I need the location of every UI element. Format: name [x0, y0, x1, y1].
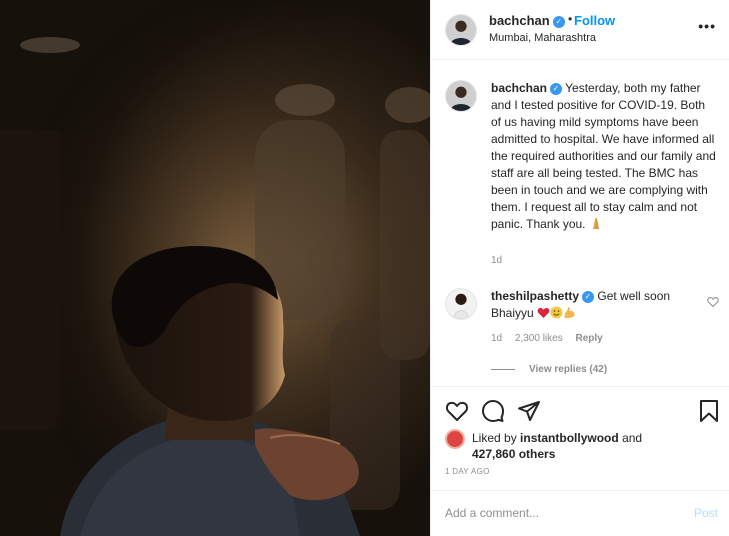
- post-actions: Liked by instantbollywood and 427,860 ot…: [431, 386, 729, 490]
- caption-body: Yesterday, both my father and I tested p…: [491, 81, 716, 231]
- heart-outline-icon[interactable]: [445, 399, 469, 423]
- bookmark-icon[interactable]: [697, 399, 721, 423]
- post-side-panel: bachchan ✓ • Follow Mumbai, Maharashtra •…: [430, 0, 729, 536]
- comment-text: theshilpashetty ✓ Get well soon Bhaiyyu: [491, 288, 691, 324]
- liker-username[interactable]: instantbollywood: [520, 431, 619, 445]
- more-options-icon[interactable]: •••: [698, 18, 716, 34]
- post-location[interactable]: Mumbai, Maharashtra: [489, 32, 596, 44]
- post-photo[interactable]: [0, 0, 430, 536]
- liked-by-text: Liked by instantbollywood and 427,860 ot…: [472, 430, 712, 462]
- view-replies-label: View replies (42): [529, 364, 608, 375]
- red-heart-icon: [537, 307, 550, 324]
- commenter-username[interactable]: theshilpashetty: [491, 289, 579, 303]
- smiling-face-icon: [550, 306, 563, 324]
- follow-button[interactable]: Follow: [574, 13, 615, 28]
- comment-box: Add a comment... Post: [431, 490, 729, 536]
- verified-badge-icon: ✓: [582, 290, 595, 303]
- comment-like-icon[interactable]: [707, 296, 719, 308]
- comment-timestamp: 1d: [491, 333, 503, 344]
- paper-plane-icon[interactable]: [517, 399, 541, 423]
- liker-avatar[interactable]: [445, 429, 465, 449]
- commenter-avatar[interactable]: [445, 288, 477, 320]
- liked-by-and: and: [622, 431, 643, 445]
- likes-others-count[interactable]: 427,860 others: [472, 447, 555, 461]
- caption-username[interactable]: bachchan: [491, 81, 547, 95]
- flexed-biceps-icon: [563, 306, 576, 324]
- comment-meta: 1d 2,300 likes Reply: [491, 333, 613, 344]
- view-replies-button[interactable]: View replies (42): [491, 364, 607, 375]
- reply-button[interactable]: Reply: [576, 333, 603, 344]
- caption-timestamp: 1d: [491, 255, 503, 266]
- verified-badge-icon: ✓: [550, 82, 563, 95]
- post-header: bachchan ✓ • Follow Mumbai, Maharashtra •…: [431, 0, 729, 60]
- comment-likes-count[interactable]: 2,300 likes: [515, 333, 563, 344]
- author-username[interactable]: bachchan ✓: [489, 13, 565, 28]
- replies-divider-line: [491, 368, 515, 370]
- verified-badge-icon: ✓: [552, 15, 565, 28]
- caption-avatar[interactable]: [445, 80, 477, 112]
- caption-text: bachchan ✓ Yesterday, both my father and …: [491, 80, 716, 235]
- comment-input[interactable]: Add a comment...: [445, 506, 539, 520]
- separator-dot: •: [568, 12, 573, 26]
- post-button[interactable]: Post: [694, 506, 718, 520]
- author-avatar[interactable]: [445, 14, 477, 46]
- folded-hands-icon: [589, 216, 603, 235]
- comment-icon[interactable]: [481, 399, 505, 423]
- post-date[interactable]: 1 DAY AGO: [445, 467, 490, 476]
- liked-by-prefix: Liked by: [472, 431, 517, 445]
